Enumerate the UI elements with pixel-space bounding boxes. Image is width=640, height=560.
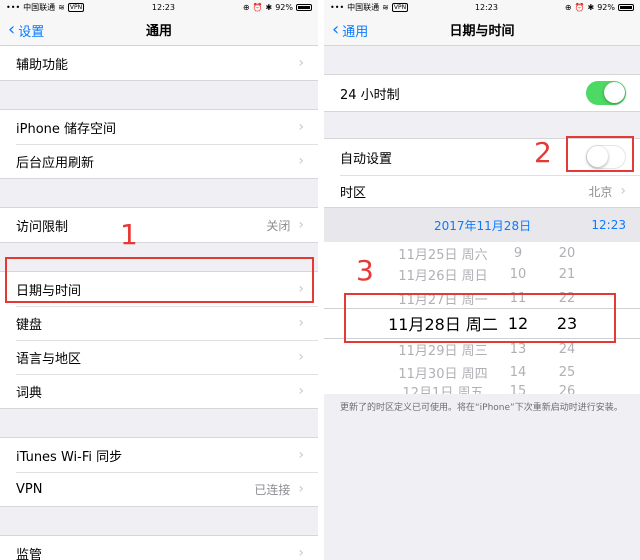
step-number-2: 2 xyxy=(534,136,552,169)
chevron-right-icon: › xyxy=(298,349,304,365)
selected-datetime-header[interactable]: 2017年11月28日 12:23 xyxy=(324,208,640,242)
bluetooth-icon: ✱ xyxy=(265,2,273,12)
status-bar: ••• 中国联通 ≋ VPN 12:23 ⊕ ⏰ ✱ 92% xyxy=(0,0,318,14)
chevron-right-icon: › xyxy=(298,119,304,135)
step-number-3: 3 xyxy=(356,254,374,287)
timezone-update-note: 更新了的时区定义已可使用。将在“iPhone”下次重新启动时进行安装。 xyxy=(340,403,623,413)
back-button[interactable]: ‹ 通用 xyxy=(332,14,368,46)
wifi-icon: ≋ xyxy=(382,2,389,12)
carrier-label: 中国联通 xyxy=(347,2,380,12)
battery-icon xyxy=(617,3,634,11)
settings-group: iTunes Wi-Fi 同步 › VPN 已连接 › xyxy=(0,437,318,507)
row-label: 24 小时制 xyxy=(340,87,400,103)
row-dictionary[interactable]: 词典 › xyxy=(0,374,318,408)
battery-percent: 92% xyxy=(597,2,615,12)
vpn-badge: VPN xyxy=(67,2,85,12)
row-iphone-storage[interactable]: iPhone 储存空间 › xyxy=(0,110,318,144)
nav-bar: ‹ 通用 日期与时间 xyxy=(324,14,640,46)
settings-group: iPhone 储存空间 › 后台应用刷新 › xyxy=(0,109,318,179)
wifi-icon: ≋ xyxy=(58,2,65,12)
chevron-left-icon: ‹ xyxy=(8,19,16,40)
battery-icon xyxy=(295,3,312,11)
row-label: 后台应用刷新 xyxy=(16,155,95,171)
row-label: VPN xyxy=(16,481,43,497)
clock: 12:23 xyxy=(151,2,175,12)
page-title: 日期与时间 xyxy=(449,24,515,39)
chevron-right-icon: › xyxy=(298,217,304,233)
row-label: 词典 xyxy=(16,385,43,401)
row-timezone[interactable]: 时区 北京 › xyxy=(324,175,640,207)
timezone-value: 北京 xyxy=(588,184,613,199)
row-label: 辅助功能 xyxy=(16,57,69,73)
lock-rotation-icon: ⊕ xyxy=(564,2,572,12)
row-label: 监管 xyxy=(16,547,43,560)
back-button[interactable]: ‹ 设置 xyxy=(8,14,44,46)
carrier-label: 中国联通 xyxy=(23,2,56,12)
row-language-region[interactable]: 语言与地区 › xyxy=(0,340,318,374)
clock: 12:23 xyxy=(474,2,498,12)
vpn-badge: VPN xyxy=(391,2,409,12)
step-number-1: 1 xyxy=(120,218,138,251)
chevron-right-icon: › xyxy=(298,55,304,71)
settings-group: 辅助功能 › xyxy=(0,46,318,81)
row-label: 语言与地区 xyxy=(16,351,82,367)
lock-rotation-icon: ⊕ xyxy=(242,2,250,12)
row-label: 访问限制 xyxy=(16,219,69,235)
signal-icon: ••• xyxy=(330,2,345,12)
selected-date: 2017年11月28日 xyxy=(434,218,532,233)
nav-bar: ‹ 设置 通用 xyxy=(0,14,318,46)
back-label: 通用 xyxy=(342,24,369,40)
highlight-box-date-time xyxy=(5,257,314,303)
highlight-box-auto-set xyxy=(566,136,634,172)
signal-icon: ••• xyxy=(6,2,21,12)
row-24-hour: 24 小时制 xyxy=(324,75,640,111)
row-supervision[interactable]: 监管 › xyxy=(0,536,318,560)
chevron-right-icon: › xyxy=(298,447,304,463)
chevron-right-icon: › xyxy=(298,481,304,497)
chevron-right-icon: › xyxy=(298,315,304,331)
chevron-right-icon: › xyxy=(620,183,626,199)
status-bar: ••• 中国联通 ≋ VPN 12:23 ⊕ ⏰ ✱ 92% xyxy=(324,0,640,14)
settings-group: 24 小时制 xyxy=(324,74,640,112)
general-settings-screen: ••• 中国联通 ≋ VPN 12:23 ⊕ ⏰ ✱ 92% ‹ 设置 通用 辅… xyxy=(0,0,318,560)
row-restrictions[interactable]: 访问限制 关闭 › xyxy=(0,208,318,242)
row-label: iPhone 储存空间 xyxy=(16,121,117,137)
chevron-right-icon: › xyxy=(298,383,304,399)
picker-row[interactable]: 12月1日 周五 15 26 xyxy=(324,380,640,395)
back-label: 设置 xyxy=(18,24,45,40)
row-vpn[interactable]: VPN 已连接 › xyxy=(0,472,318,506)
bluetooth-icon: ✱ xyxy=(587,2,595,12)
chevron-right-icon: › xyxy=(298,545,304,560)
alarm-icon: ⏰ xyxy=(574,2,585,12)
settings-group: 访问限制 关闭 › xyxy=(0,207,318,243)
row-value: 关闭 xyxy=(266,218,291,233)
row-label: 时区 xyxy=(340,185,367,201)
row-itunes-wifi-sync[interactable]: iTunes Wi-Fi 同步 › xyxy=(0,438,318,472)
settings-group: 监管 › xyxy=(0,535,318,560)
page-title: 通用 xyxy=(145,24,172,39)
row-label: iTunes Wi-Fi 同步 xyxy=(16,449,123,465)
chevron-left-icon: ‹ xyxy=(332,19,340,40)
alarm-icon: ⏰ xyxy=(252,2,263,12)
highlight-box-picker xyxy=(344,293,616,343)
chevron-right-icon: › xyxy=(298,153,304,169)
date-time-screen: ••• 中国联通 ≋ VPN 12:23 ⊕ ⏰ ✱ 92% ‹ 通用 日期与时… xyxy=(324,0,640,560)
row-label: 自动设置 xyxy=(340,151,393,167)
row-value: 已连接 xyxy=(254,482,291,497)
24-hour-toggle[interactable] xyxy=(586,81,626,105)
row-accessibility[interactable]: 辅助功能 › xyxy=(0,46,318,80)
selected-time: 12:23 xyxy=(591,218,626,232)
row-label: 键盘 xyxy=(16,317,43,333)
battery-percent: 92% xyxy=(275,2,293,12)
row-keyboard[interactable]: 键盘 › xyxy=(0,306,318,340)
row-background-refresh[interactable]: 后台应用刷新 › xyxy=(0,144,318,178)
